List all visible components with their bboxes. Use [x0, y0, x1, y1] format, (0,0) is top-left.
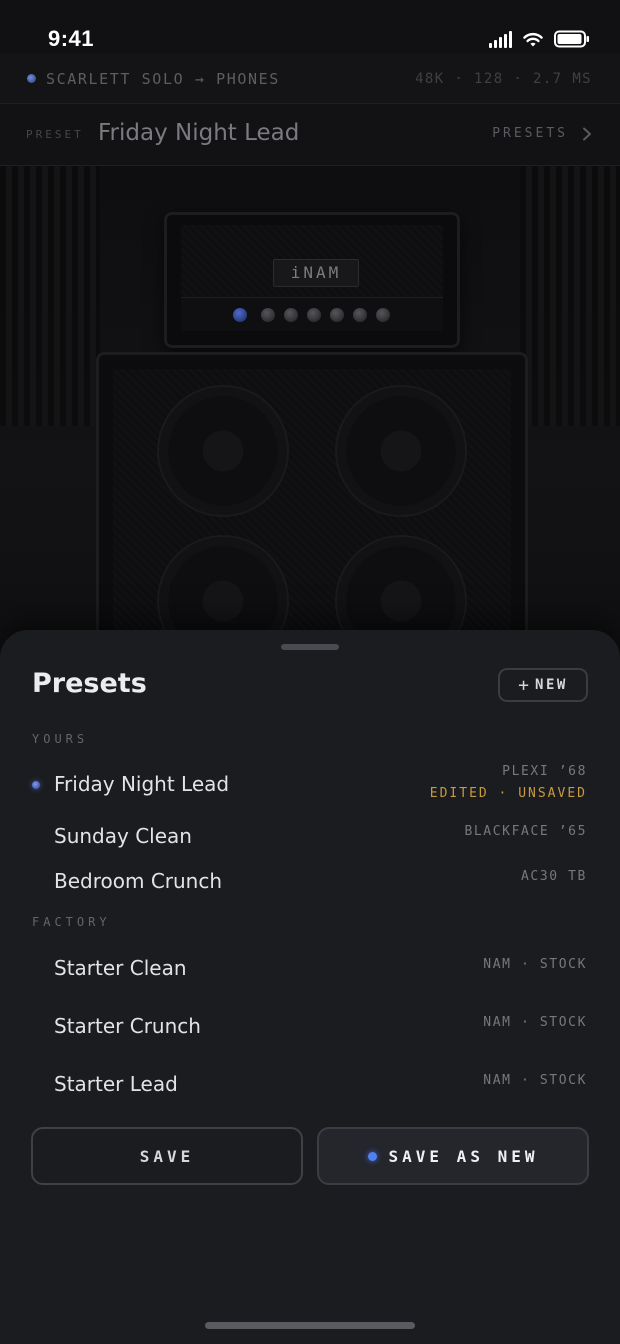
speaker-cone [157, 385, 289, 517]
preset-row-starter-crunch[interactable]: Starter Crunch NAM · STOCK [0, 1006, 620, 1054]
preset-model: PLEXI ’68 [502, 764, 587, 779]
audio-device-bar[interactable]: SCARLETT SOLO → PHONES 48K · 128 · 2.7 M… [0, 54, 620, 104]
preset-model: BLACKFACE ’65 [464, 824, 587, 839]
preset-row-starter-lead[interactable]: Starter Lead NAM · STOCK [0, 1064, 620, 1112]
preset-model: AC30 TB [521, 869, 587, 884]
stage-curtain-left [0, 166, 100, 426]
amp-control-panel [181, 297, 443, 331]
presets-link-label: PRESETS [492, 126, 568, 141]
preset-edit-status: EDITED · UNSAVED [429, 786, 587, 801]
new-preset-label: NEW [535, 677, 568, 693]
cellular-signal-icon [489, 30, 512, 48]
save-as-new-label: SAVE AS NEW [388, 1146, 539, 1166]
factory-section-label: FACTORY [32, 915, 111, 929]
amp-logo: iNAM [273, 259, 359, 287]
amp-knob[interactable] [353, 308, 367, 322]
status-icons [489, 28, 590, 48]
save-button[interactable]: SAVE [31, 1127, 303, 1185]
preset-name: Bedroom Crunch [54, 869, 223, 893]
preset-row-sunday-clean[interactable]: Sunday Clean BLACKFACE ’65 [0, 816, 620, 864]
preset-model: NAM · STOCK [483, 957, 587, 972]
amp-knob[interactable] [261, 308, 275, 322]
preset-header: PRESET Friday Night Lead PRESETS [0, 104, 620, 166]
new-preset-button[interactable]: + NEW [498, 668, 588, 702]
device-status-indicator [27, 74, 36, 83]
save-as-new-button[interactable]: SAVE AS NEW [317, 1127, 589, 1185]
amp-knob[interactable] [330, 308, 344, 322]
plus-icon: + [518, 674, 530, 696]
sheet-title: Presets [32, 668, 147, 699]
preset-model: NAM · STOCK [483, 1073, 587, 1088]
preset-row-starter-clean[interactable]: Starter Clean NAM · STOCK [0, 948, 620, 996]
preset-row-friday-night-lead[interactable]: Friday Night Lead PLEXI ’68 EDITED · UNS… [0, 764, 620, 812]
amp-power-jewel-icon [233, 308, 247, 322]
chevron-right-icon [583, 127, 591, 140]
presets-sheet: Presets + NEW YOURS Friday Night Lead PL… [0, 630, 620, 1344]
home-indicator[interactable] [205, 1322, 415, 1329]
status-time: 9:41 [48, 26, 95, 51]
wifi-icon [523, 33, 543, 47]
preset-name: Starter Crunch [54, 1014, 201, 1038]
preset-row-bedroom-crunch[interactable]: Bedroom Crunch AC30 TB [0, 861, 620, 909]
speaker-cabinet[interactable] [96, 352, 528, 666]
save-as-new-indicator-icon [367, 1151, 377, 1161]
current-preset-name: Friday Night Lead [98, 120, 300, 146]
preset-name: Friday Night Lead [54, 772, 230, 796]
audio-device-stats: 48K · 128 · 2.7 MS [415, 71, 592, 87]
amp-head[interactable]: iNAM [164, 212, 460, 348]
stage-curtain-right [520, 166, 620, 426]
preset-name: Sunday Clean [54, 824, 192, 848]
preset-model: NAM · STOCK [483, 1015, 587, 1030]
amp-knob[interactable] [376, 308, 390, 322]
preset-name: Starter Lead [54, 1072, 178, 1096]
audio-device-name: SCARLETT SOLO → PHONES [46, 70, 280, 88]
amp-knob[interactable] [284, 308, 298, 322]
battery-icon [554, 30, 589, 48]
active-preset-indicator [32, 781, 40, 789]
sheet-grabber-handle[interactable] [281, 644, 339, 650]
amp-knob[interactable] [307, 308, 321, 322]
speaker-cone [335, 385, 467, 517]
presets-link[interactable]: PRESETS [492, 126, 592, 141]
preset-name: Starter Clean [54, 956, 187, 980]
status-bar: 9:41 [0, 0, 620, 54]
preset-label: PRESET [26, 128, 84, 141]
amp-stage: iNAM [0, 166, 620, 666]
yours-section-label: YOURS [32, 732, 89, 746]
